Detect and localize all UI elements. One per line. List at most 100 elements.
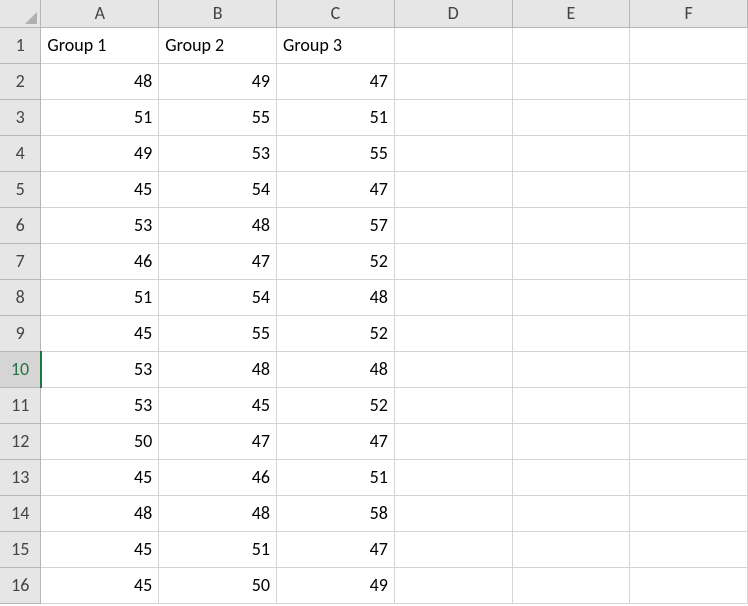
cell-E1[interactable] [512, 27, 630, 63]
cell-F2[interactable] [630, 63, 748, 99]
row-header-14[interactable]: 14 [0, 495, 41, 531]
cell-A1[interactable]: Group 1 [41, 27, 159, 63]
cell-E16[interactable] [512, 567, 630, 603]
row-header-4[interactable]: 4 [0, 135, 41, 171]
cell-C5[interactable]: 47 [277, 171, 395, 207]
cell-F3[interactable] [630, 99, 748, 135]
column-header-C[interactable]: C [277, 0, 395, 27]
cell-B7[interactable]: 47 [159, 243, 277, 279]
cell-F14[interactable] [630, 495, 748, 531]
cell-C10[interactable]: 48 [277, 351, 395, 387]
cell-B15[interactable]: 51 [159, 531, 277, 567]
cell-E11[interactable] [512, 387, 630, 423]
cell-D16[interactable] [394, 567, 512, 603]
cell-D8[interactable] [394, 279, 512, 315]
row-header-15[interactable]: 15 [0, 531, 41, 567]
cell-F7[interactable] [630, 243, 748, 279]
select-all-corner[interactable] [0, 0, 41, 27]
cell-A6[interactable]: 53 [41, 207, 159, 243]
cell-E2[interactable] [512, 63, 630, 99]
column-header-B[interactable]: B [159, 0, 277, 27]
cell-A8[interactable]: 51 [41, 279, 159, 315]
cell-C1[interactable]: Group 3 [277, 27, 395, 63]
cell-A16[interactable]: 45 [41, 567, 159, 603]
cell-E6[interactable] [512, 207, 630, 243]
row-header-13[interactable]: 13 [0, 459, 41, 495]
cell-A11[interactable]: 53 [41, 387, 159, 423]
cell-C16[interactable]: 49 [277, 567, 395, 603]
cell-F1[interactable] [630, 27, 748, 63]
cell-F5[interactable] [630, 171, 748, 207]
cell-C13[interactable]: 51 [277, 459, 395, 495]
cell-B1[interactable]: Group 2 [159, 27, 277, 63]
cell-D15[interactable] [394, 531, 512, 567]
cell-F10[interactable] [630, 351, 748, 387]
cell-C14[interactable]: 58 [277, 495, 395, 531]
cell-D3[interactable] [394, 99, 512, 135]
cell-A15[interactable]: 45 [41, 531, 159, 567]
cell-E8[interactable] [512, 279, 630, 315]
cell-E9[interactable] [512, 315, 630, 351]
cell-A10[interactable]: 53 [41, 351, 159, 387]
cell-C8[interactable]: 48 [277, 279, 395, 315]
cell-B12[interactable]: 47 [159, 423, 277, 459]
row-header-16[interactable]: 16 [0, 567, 41, 603]
cell-D1[interactable] [394, 27, 512, 63]
cell-C15[interactable]: 47 [277, 531, 395, 567]
cell-F13[interactable] [630, 459, 748, 495]
row-header-3[interactable]: 3 [0, 99, 41, 135]
cell-E5[interactable] [512, 171, 630, 207]
cell-B9[interactable]: 55 [159, 315, 277, 351]
cell-C6[interactable]: 57 [277, 207, 395, 243]
cell-D14[interactable] [394, 495, 512, 531]
cell-B5[interactable]: 54 [159, 171, 277, 207]
column-header-D[interactable]: D [394, 0, 512, 27]
cell-A4[interactable]: 49 [41, 135, 159, 171]
cell-D4[interactable] [394, 135, 512, 171]
cell-C4[interactable]: 55 [277, 135, 395, 171]
cell-F8[interactable] [630, 279, 748, 315]
cell-F11[interactable] [630, 387, 748, 423]
cell-A5[interactable]: 45 [41, 171, 159, 207]
cell-D10[interactable] [394, 351, 512, 387]
row-header-5[interactable]: 5 [0, 171, 41, 207]
cell-A12[interactable]: 50 [41, 423, 159, 459]
cell-D5[interactable] [394, 171, 512, 207]
cell-A9[interactable]: 45 [41, 315, 159, 351]
cell-C2[interactable]: 47 [277, 63, 395, 99]
cell-E12[interactable] [512, 423, 630, 459]
cell-E10[interactable] [512, 351, 630, 387]
cell-F6[interactable] [630, 207, 748, 243]
cell-A14[interactable]: 48 [41, 495, 159, 531]
row-header-6[interactable]: 6 [0, 207, 41, 243]
column-header-A[interactable]: A [41, 0, 159, 27]
cell-E4[interactable] [512, 135, 630, 171]
row-header-12[interactable]: 12 [0, 423, 41, 459]
cell-D7[interactable] [394, 243, 512, 279]
row-header-2[interactable]: 2 [0, 63, 41, 99]
cell-C7[interactable]: 52 [277, 243, 395, 279]
cell-E3[interactable] [512, 99, 630, 135]
cell-A2[interactable]: 48 [41, 63, 159, 99]
column-header-E[interactable]: E [512, 0, 630, 27]
cell-E13[interactable] [512, 459, 630, 495]
row-header-8[interactable]: 8 [0, 279, 41, 315]
cell-F15[interactable] [630, 531, 748, 567]
cell-B16[interactable]: 50 [159, 567, 277, 603]
cell-D2[interactable] [394, 63, 512, 99]
row-header-9[interactable]: 9 [0, 315, 41, 351]
cell-B4[interactable]: 53 [159, 135, 277, 171]
cell-D9[interactable] [394, 315, 512, 351]
cell-C9[interactable]: 52 [277, 315, 395, 351]
cell-D13[interactable] [394, 459, 512, 495]
cell-D11[interactable] [394, 387, 512, 423]
cell-B13[interactable]: 46 [159, 459, 277, 495]
cell-B3[interactable]: 55 [159, 99, 277, 135]
cell-E7[interactable] [512, 243, 630, 279]
cell-A7[interactable]: 46 [41, 243, 159, 279]
cell-B6[interactable]: 48 [159, 207, 277, 243]
row-header-11[interactable]: 11 [0, 387, 41, 423]
cell-A3[interactable]: 51 [41, 99, 159, 135]
cell-B11[interactable]: 45 [159, 387, 277, 423]
cell-A13[interactable]: 45 [41, 459, 159, 495]
